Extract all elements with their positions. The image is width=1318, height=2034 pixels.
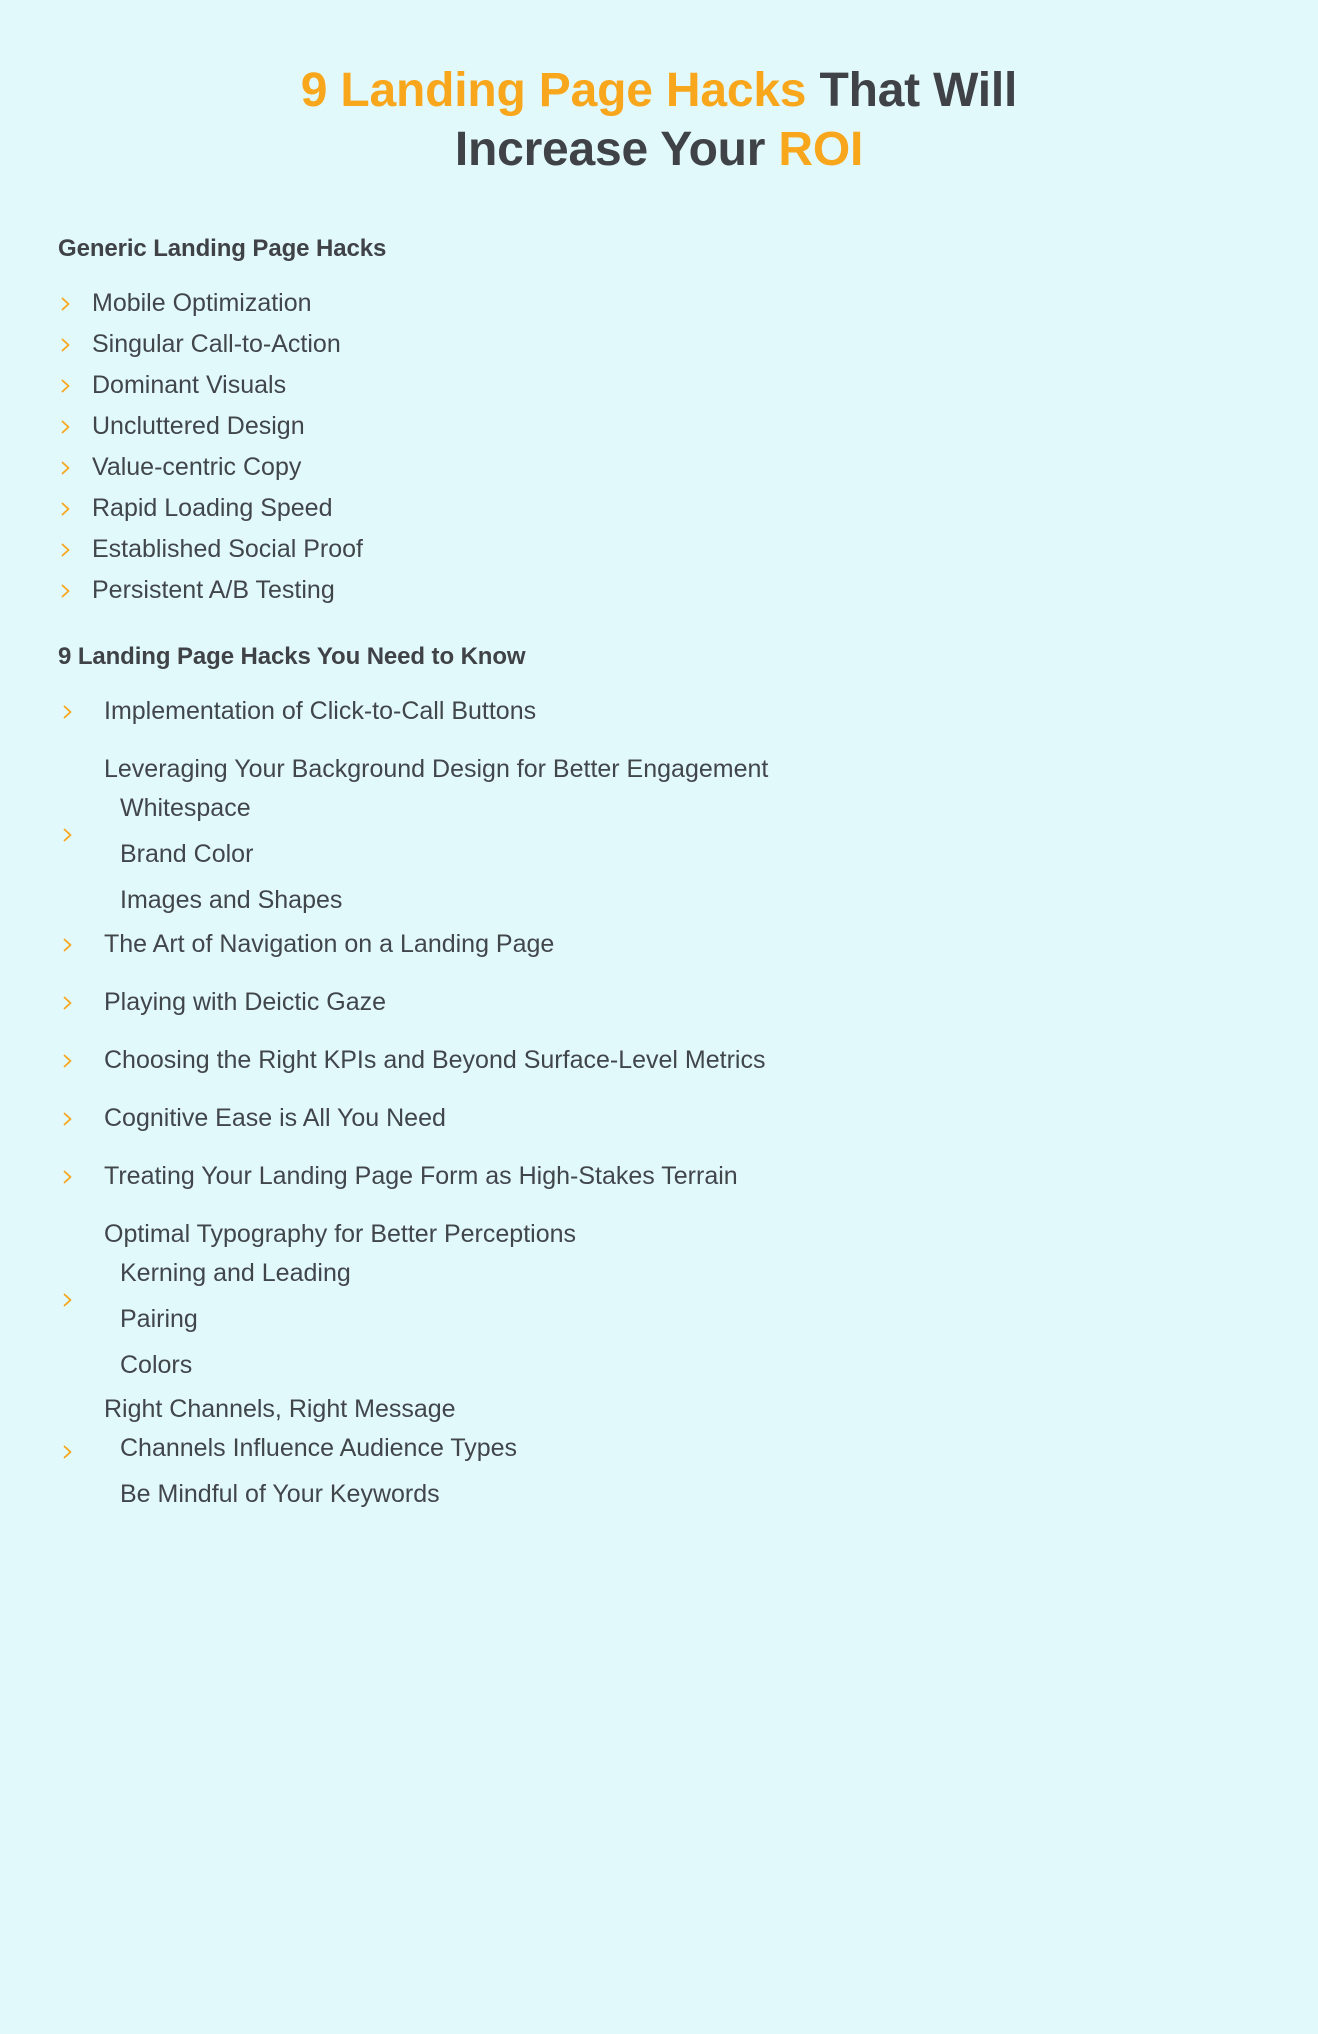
list-item-label: Rapid Loading Speed	[92, 494, 333, 523]
list-item[interactable]: Persistent A/B Testing	[56, 578, 1262, 603]
sub-list-item[interactable]: Colors	[104, 1353, 1262, 1378]
list-item-label: Optimal Typography for Better Perception…	[104, 1220, 576, 1249]
list-item-label: Cognitive Ease is All You Need	[104, 1104, 446, 1133]
sub-list: Channels Influence Audience Types Be Mind…	[104, 1436, 1262, 1507]
hack-list: Mobile Optimization Singular Call-to-Acti…	[56, 291, 1262, 603]
list-item[interactable]: Cognitive Ease is All You Need	[56, 1106, 1262, 1131]
list-item[interactable]: Uncluttered Design	[56, 414, 1262, 439]
sub-list-item[interactable]: Brand Color	[104, 842, 1262, 867]
list-item[interactable]: Dominant Visuals	[56, 373, 1262, 398]
chevron-right-icon	[62, 1169, 74, 1185]
sub-list-item[interactable]: Kerning and Leading	[104, 1261, 1262, 1286]
section-2: 9 Landing Page Hacks You Need to Know Imp…	[56, 643, 1262, 1507]
infographic-page: 9 Landing Page Hacks That Will Increase …	[0, 0, 1318, 2034]
list-item[interactable]: Value-centric Copy	[56, 455, 1262, 480]
page-title-accent-2: ROI	[778, 122, 864, 176]
chevron-right-icon	[60, 460, 72, 476]
list-item[interactable]: Optimal Typography for Better Perception…	[56, 1222, 1262, 1378]
list-item-label: Mobile Optimization	[92, 289, 312, 318]
chevron-right-icon	[62, 995, 74, 1011]
chevron-right-icon	[60, 542, 72, 558]
list-item-label: Treating Your Landing Page Form as High-…	[104, 1162, 738, 1191]
list-item[interactable]: Leveraging Your Background Design for Be…	[56, 757, 1262, 913]
sub-list: Whitespace Brand Color Images and Shapes	[104, 796, 1262, 913]
section-heading: Generic Landing Page Hacks	[58, 235, 387, 263]
list-item[interactable]: Choosing the Right KPIs and Beyond Surfa…	[56, 1048, 1262, 1073]
list-item[interactable]: Playing with Deictic Gaze	[56, 990, 1262, 1015]
list-item-label: The Art of Navigation on a Landing Page	[104, 930, 555, 959]
sub-list-item[interactable]: Images and Shapes	[104, 888, 1262, 913]
hack-list: Implementation of Click-to-Call Buttons L…	[56, 699, 1262, 1507]
section-heading: 9 Landing Page Hacks You Need to Know	[58, 643, 526, 671]
chevron-right-icon	[62, 937, 74, 953]
sub-list-item[interactable]: Whitespace	[104, 796, 1262, 821]
title-block: 9 Landing Page Hacks That Will Increase …	[0, 0, 1318, 179]
section-1: Generic Landing Page Hacks Mobile Optimiz…	[56, 235, 1262, 603]
sub-list-item[interactable]: Channels Influence Audience Types	[104, 1436, 1262, 1461]
list-item-label: Value-centric Copy	[92, 453, 302, 482]
list-item[interactable]: Established Social Proof	[56, 537, 1262, 562]
list-item-label: Implementation of Click-to-Call Buttons	[104, 697, 537, 726]
list-item-label: Persistent A/B Testing	[92, 576, 335, 605]
list-item[interactable]: The Art of Navigation on a Landing Page	[56, 932, 1262, 957]
chevron-right-icon	[60, 337, 72, 353]
list-item[interactable]: Treating Your Landing Page Form as High-…	[56, 1164, 1262, 1189]
list-item-label: Leveraging Your Background Design for Be…	[104, 755, 769, 784]
chevron-right-icon	[60, 378, 72, 394]
content-area: Generic Landing Page Hacks Mobile Optimiz…	[0, 235, 1318, 1507]
chevron-right-icon	[62, 827, 74, 843]
list-item-label: Choosing the Right KPIs and Beyond Surfa…	[104, 1046, 766, 1075]
chevron-right-icon	[62, 1292, 74, 1308]
page-title: 9 Landing Page Hacks That Will Increase …	[190, 62, 1128, 179]
list-item[interactable]: Rapid Loading Speed	[56, 496, 1262, 521]
list-item-label: Singular Call-to-Action	[92, 330, 341, 359]
list-item-label: Uncluttered Design	[92, 412, 305, 441]
sub-list: Kerning and Leading Pairing Colors	[104, 1261, 1262, 1378]
page-title-accent-1: 9 Landing Page Hacks	[300, 64, 807, 117]
list-item[interactable]: Right Channels, Right Message Channels In…	[56, 1397, 1262, 1507]
chevron-right-icon	[60, 296, 72, 312]
page-title-plain-1: That Will	[806, 64, 1018, 117]
chevron-right-icon	[62, 1111, 74, 1127]
list-item-label: Playing with Deictic Gaze	[104, 988, 387, 1017]
list-item[interactable]: Singular Call-to-Action	[56, 332, 1262, 357]
chevron-right-icon	[60, 501, 72, 517]
chevron-right-icon	[62, 1444, 74, 1460]
list-item-label: Established Social Proof	[92, 535, 363, 564]
list-item-label: Dominant Visuals	[92, 371, 287, 400]
sub-list-item[interactable]: Pairing	[104, 1307, 1262, 1332]
chevron-right-icon	[62, 1053, 74, 1069]
chevron-right-icon	[60, 583, 72, 599]
list-item[interactable]: Mobile Optimization	[56, 291, 1262, 316]
chevron-right-icon	[60, 419, 72, 435]
list-item-label: Right Channels, Right Message	[104, 1395, 456, 1424]
chevron-right-icon	[62, 704, 74, 720]
page-title-plain-2: Increase Your	[454, 122, 779, 176]
sub-list-item[interactable]: Be Mindful of Your Keywords	[104, 1482, 1262, 1507]
list-item[interactable]: Implementation of Click-to-Call Buttons	[56, 699, 1262, 724]
